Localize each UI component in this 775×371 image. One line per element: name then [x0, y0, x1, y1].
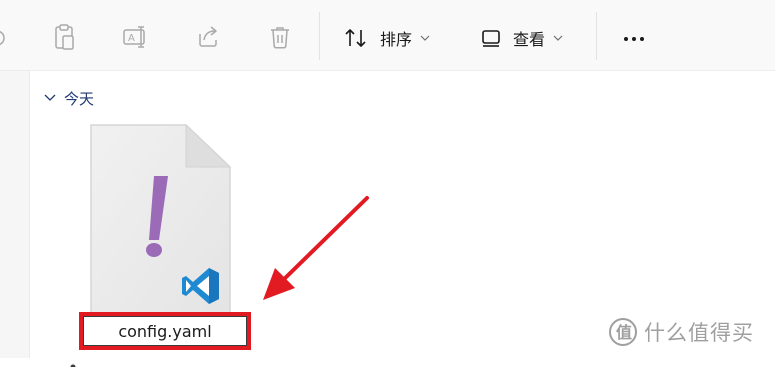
chevron-down-icon	[553, 35, 563, 41]
sort-icon	[344, 27, 368, 49]
partial-item-marker	[70, 352, 76, 370]
toolbar-separator	[596, 12, 597, 60]
chevron-down-icon	[420, 35, 430, 41]
highlight-box: config.yaml	[79, 312, 251, 350]
group-label: 今天	[64, 89, 95, 108]
view-button[interactable]: 查看	[481, 24, 563, 52]
more-dot	[624, 37, 628, 41]
file-name-input[interactable]: config.yaml	[83, 316, 247, 346]
command-bar: A 排序 查看	[0, 0, 775, 71]
share-icon[interactable]	[193, 22, 223, 52]
svg-text:值: 值	[616, 323, 633, 342]
toolbar-separator	[319, 12, 320, 60]
delete-icon[interactable]	[265, 22, 295, 52]
sort-button[interactable]: 排序	[344, 24, 430, 52]
sort-label: 排序	[380, 30, 413, 49]
more-dot	[632, 37, 636, 41]
navigation-pane[interactable]	[0, 71, 30, 358]
svg-text:A: A	[128, 33, 135, 44]
paste-icon[interactable]	[49, 22, 79, 52]
watermark-logo-icon: 值	[608, 317, 638, 347]
file-name-text: config.yaml	[118, 321, 212, 341]
more-dot	[640, 37, 644, 41]
rename-icon[interactable]: A	[120, 22, 150, 52]
view-icon	[481, 28, 501, 48]
group-header-today[interactable]: 今天	[44, 86, 94, 110]
more-options-button[interactable]	[617, 26, 651, 52]
watermark: 值 什么值得买	[608, 316, 754, 348]
vscode-badge-icon	[181, 266, 221, 306]
chevron-down-icon	[44, 94, 56, 102]
annotation-arrow	[255, 190, 375, 310]
new-icon[interactable]	[0, 22, 12, 52]
watermark-text: 什么值得买	[644, 321, 754, 345]
view-label: 查看	[513, 30, 546, 49]
